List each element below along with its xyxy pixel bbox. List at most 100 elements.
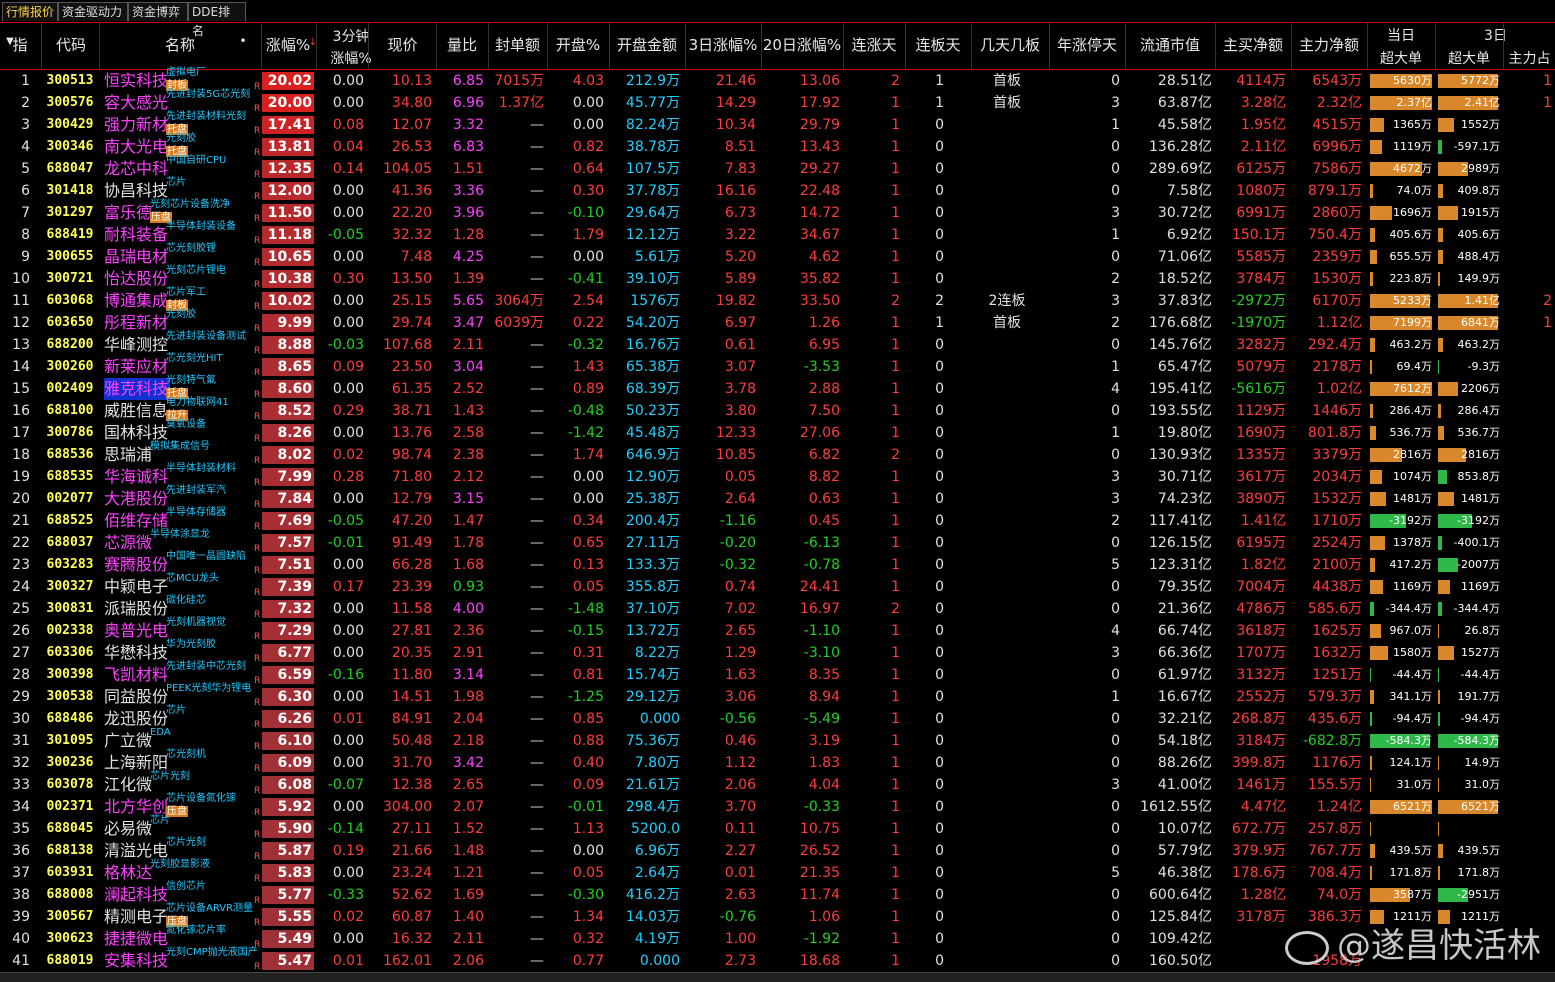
col-change[interactable]: 涨幅% [262, 34, 314, 55]
col-name[interactable]: 名称 [100, 34, 260, 55]
current-price: 66.28 [391, 557, 432, 573]
table-row[interactable]: 4 300346 南大光电 光刻胶 托盘 R 13.81 0.04 26.53 6.83—0.82… [0, 133, 1555, 158]
3day-change: -0.32 [719, 557, 756, 573]
up-days: 1 [891, 557, 900, 573]
volume-ratio: 1.47 [452, 513, 484, 529]
table-row[interactable]: 31 301095 广立微 EDA R 6.10 0.00 50.48 2.18—0.88 75.… [0, 727, 1555, 752]
table-row[interactable]: 29 300538 同益股份 PEEK光刻华为锂电 R 6.30 0.00 14.51 1.98… [0, 683, 1555, 708]
3day-main-share: 1 [1543, 315, 1552, 331]
sort-caret-icon[interactable]: ▼ [4, 36, 16, 47]
col-3min-top[interactable]: 3分钟 [318, 26, 384, 46]
table-row[interactable]: 36 688138 清溢光电 芯片光刻 R 5.87 0.19 21.66 1.48—0.00 6… [0, 837, 1555, 862]
col-today-top[interactable]: 当日 [1368, 25, 1434, 45]
main-net: 879.1万 [1307, 183, 1362, 199]
table-row[interactable]: 30 688486 龙迅股份 芯片 R 6.26 0.01 84.91 2.04—0.85 0.0… [0, 705, 1555, 730]
table-row[interactable]: 16 688100 威胜信息 电力物联网41 拉升 R 8.52 0.29 38.71 1.43—… [0, 397, 1555, 422]
stock-code: 603078 [46, 777, 94, 792]
change-percent: 7.84 [262, 490, 314, 508]
float-market-value: 79.35亿 [1157, 579, 1212, 595]
table-row[interactable]: 20 002077 大港股份 先进封装军汽 R 7.84 0.00 12.79 3.15—0.0… [0, 485, 1555, 510]
open-amount: 25.38万 [625, 491, 680, 507]
col-limit-days[interactable]: 连板天 [906, 34, 970, 55]
col-open-pct[interactable]: 开盘% [548, 34, 608, 55]
col-up-days[interactable]: 连涨天 [844, 34, 904, 55]
table-row[interactable]: 37 603931 格林达 光刻胶显影液 R 5.83 0.00 23.24 1.21—0.05… [0, 859, 1555, 884]
limit-days: 0 [935, 205, 944, 221]
col-seal-amount[interactable]: 封单额 [489, 34, 546, 55]
table-row[interactable]: 11 603068 博通集成 芯片军工 封板 R 10.02 0.00 25.15 5.65 306… [0, 287, 1555, 312]
table-row[interactable]: 32 300236 上海新阳 芯光刻机 R 6.09 0.00 31.70 3.42—0.40 7… [0, 749, 1555, 774]
main-buy-net: 1.28亿 [1240, 887, 1286, 903]
table-row[interactable]: 14 300260 新莱应材 芯光刻光HIT R 8.65 0.09 23.50 3.04—1.… [0, 353, 1555, 378]
change-percent: 9.99 [262, 314, 314, 332]
header-divider [1125, 23, 1126, 69]
main-buy-net: 3784万 [1236, 271, 1286, 287]
days-boards: 2连板 [988, 293, 1026, 309]
table-row[interactable]: 5 688047 龙芯中科 中国自研CPU R 12.35 0.14 104.05 1.51—0… [0, 155, 1555, 180]
name-menu-icon[interactable]: • [238, 34, 248, 48]
col-open-amount[interactable]: 开盘金额 [610, 34, 684, 55]
top-tab[interactable]: DDE排名 [188, 2, 246, 38]
col-code[interactable]: 代码 [42, 34, 100, 55]
col-main-buy-net[interactable]: 主买净额 [1216, 34, 1290, 55]
table-row[interactable]: 26 002338 奥普光电 光刻机器视觉 R 7.29 0.00 27.81 2.36— -0.… [0, 617, 1555, 642]
col-vol-ratio[interactable]: 量比 [437, 34, 487, 55]
table-row[interactable]: 15 002409 雅克科技 光刻特气氟 托盘 R 8.60 0.00 61.35 2.52—0.… [0, 375, 1555, 400]
year-limit-days: 3 [1111, 205, 1120, 221]
20day-change: 22.48 [799, 183, 840, 199]
20day-change: 13.43 [799, 139, 840, 155]
col-20d-change[interactable]: 20日涨幅% [762, 34, 842, 55]
volume-ratio: 2.12 [452, 469, 484, 485]
col-3day-top[interactable]: 3日 [1436, 25, 1555, 45]
table-row[interactable]: 3 300429 强力新材 先进封装材料光刻 托盘 R 17.41 0.08 12.07 3.32… [0, 111, 1555, 136]
table-row[interactable]: 19 688535 华海诚科 半导体封装材料 R 7.99 0.28 71.80 2.12—0.… [0, 463, 1555, 488]
concept-tag: 华为光刻胶 [166, 639, 216, 650]
col-3min-bottom[interactable]: 涨幅% [318, 48, 384, 68]
main-buy-net: 5079万 [1236, 359, 1286, 375]
table-row[interactable]: 23 603283 赛腾股份 中国唯一晶圆缺陷 R 7.51 0.00 66.28 1.68—0… [0, 551, 1555, 576]
col-3day-super[interactable]: 超大单 [1436, 48, 1502, 68]
table-row[interactable]: 8 688419 耐科装备 半导体封装设备 R 11.18 -0.05 32.32 1.28—1… [0, 221, 1555, 246]
main-net: 750.4万 [1307, 227, 1362, 243]
table-row[interactable]: 13 688200 华峰测控 先进封装设备测试 R 8.88 -0.03 107.68 2.11… [0, 331, 1555, 356]
col-float-mv[interactable]: 流通市值 [1126, 34, 1214, 55]
main-buy-net: 1707万 [1236, 645, 1286, 661]
table-row[interactable]: 24 300327 中颖电子 芯MCU龙头 R 7.39 0.17 23.39 0.93—0.0… [0, 573, 1555, 598]
3day-change: 1.12 [724, 755, 756, 771]
main-buy-net: -2972万 [1231, 293, 1286, 309]
up-days: 1 [891, 645, 900, 661]
year-limit-days: 1 [1111, 425, 1120, 441]
col-3day-main-share[interactable]: 主力占 [1504, 48, 1555, 68]
table-row[interactable]: 35 688045 必易微 芯片 R 5.90 -0.14 27.11 1.52—1.13 520… [0, 815, 1555, 840]
volume-ratio: 4.00 [452, 601, 484, 617]
table-row[interactable]: 10 300721 怡达股份 光刻芯片锂电 R 10.38 0.30 13.50 1.39— -0… [0, 265, 1555, 290]
days-boards: 首板 [993, 95, 1021, 111]
3day-change: 7.83 [724, 161, 756, 177]
volume-ratio: 1.43 [452, 403, 484, 419]
float-market-value: 145.76亿 [1149, 337, 1212, 353]
table-row[interactable]: 17 300786 国林科技 臭氧设备 R 8.26 0.00 13.76 2.58— -1.42… [0, 419, 1555, 444]
table-row[interactable]: 34 002371 北方华创 芯片设备氮化镓 压盘 R 5.92 0.00 304.00 2.07… [0, 793, 1555, 818]
col-year-limits[interactable]: 年涨停天 [1050, 34, 1124, 55]
volume-ratio: 1.98 [452, 689, 484, 705]
table-row[interactable]: 6 301418 协昌科技 芯片 R 12.00 0.00 41.36 3.36—0.30 37.… [0, 177, 1555, 202]
up-days: 1 [891, 183, 900, 199]
col-main-net[interactable]: 主力净额 [1292, 34, 1366, 55]
col-3d-change[interactable]: 3日涨幅% [686, 34, 760, 55]
stock-code: 300398 [46, 667, 94, 682]
year-limit-days: 0 [1111, 733, 1120, 749]
top-tab[interactable]: 资金驱动力 [58, 2, 128, 21]
table-row[interactable]: 9 300655 晶瑞电材 芯光刻胶锂 R 10.65 0.00 7.48 4.25—0.00 5… [0, 243, 1555, 268]
float-market-value: 37.83亿 [1157, 293, 1212, 309]
concept-tag: EDA [150, 727, 171, 738]
3day-change: -0.56 [719, 711, 756, 727]
weibo-watermark: @遂昌快活林 [1285, 918, 1541, 967]
col-today-super[interactable]: 超大单 [1368, 48, 1434, 68]
top-tab[interactable]: 行情报价 [2, 2, 58, 21]
stock-code: 300831 [46, 601, 94, 616]
col-days-boards[interactable]: 几天几板 [972, 34, 1048, 55]
top-tab[interactable]: 资金博弈 [128, 2, 188, 21]
main-net: 6543万 [1312, 73, 1362, 89]
table-row[interactable]: 25 300831 派瑞股份 碳化硅芯 R 7.32 0.00 11.58 4.00— -1.48… [0, 595, 1555, 620]
table-row[interactable]: 21 688525 佰维存储 半导体存储器 R 7.69 -0.05 47.20 1.47—0.… [0, 507, 1555, 532]
